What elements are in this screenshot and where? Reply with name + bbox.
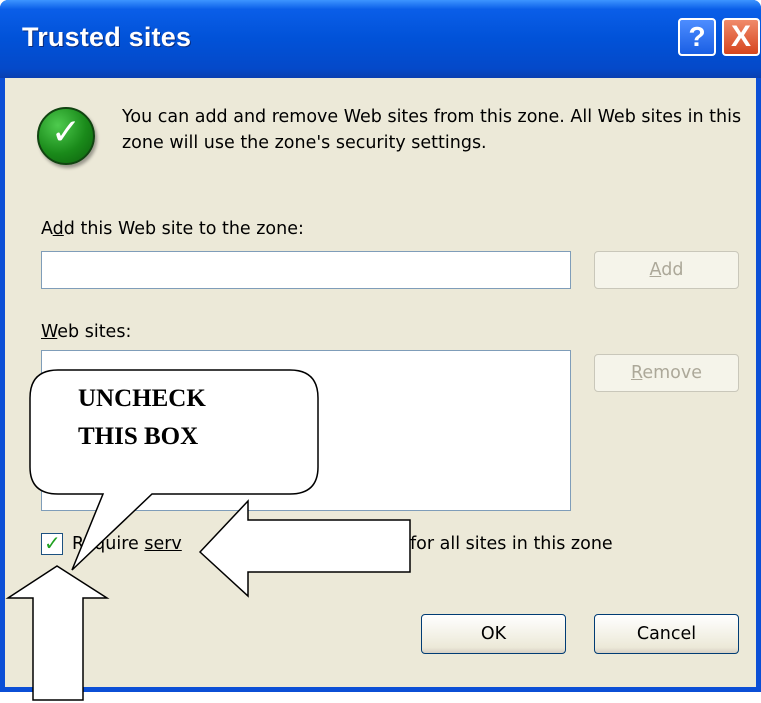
annotation-overlay: [5, 369, 411, 701]
callout-line-2: THIS BOX: [78, 423, 199, 450]
up-arrow: [5, 565, 110, 701]
callout-line-1: UNCHECK: [78, 385, 206, 412]
callout-text: UNCHECK THIS BOX: [78, 380, 206, 456]
left-arrow: [198, 499, 411, 598]
